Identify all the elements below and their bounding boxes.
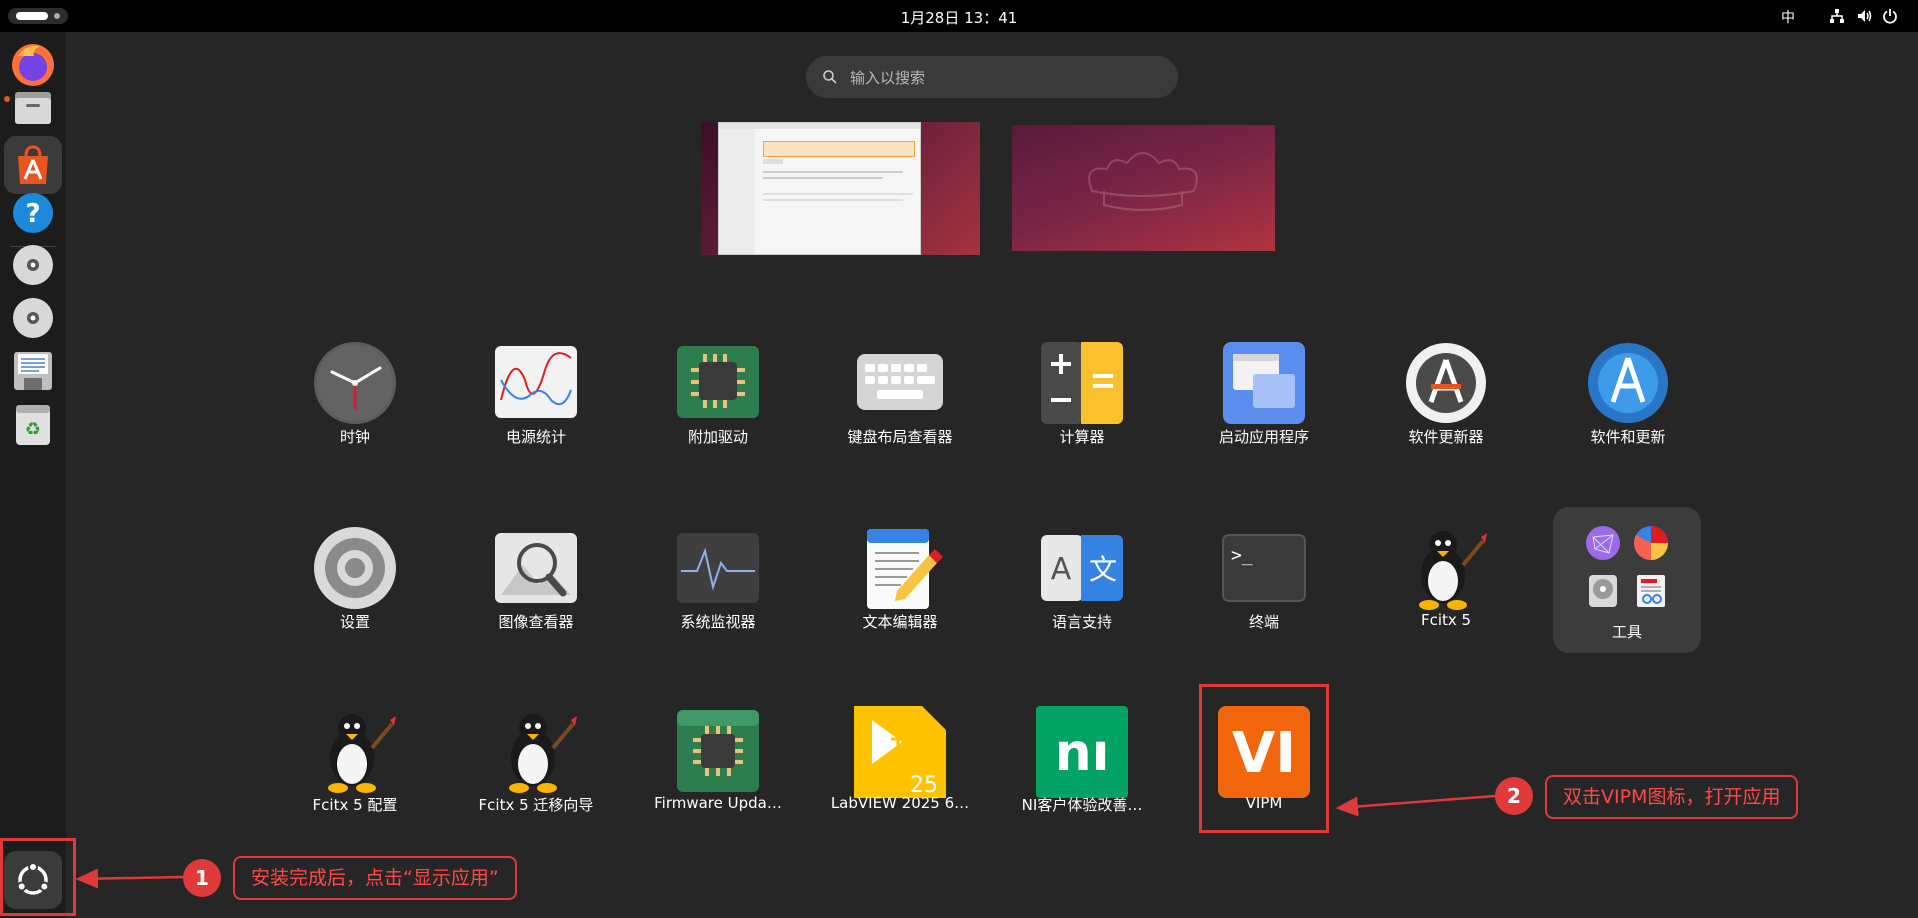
callout-text-2: 双击VIPM图标，打开应用: [1545, 775, 1799, 819]
arrow-1: [75, 868, 184, 889]
callout-number-2: 2: [1495, 777, 1533, 815]
callout-text-1: 安装完成后，点击“显示应用”: [233, 856, 517, 900]
callout-number-1: 1: [183, 859, 221, 897]
arrow-2: [1335, 794, 1496, 817]
